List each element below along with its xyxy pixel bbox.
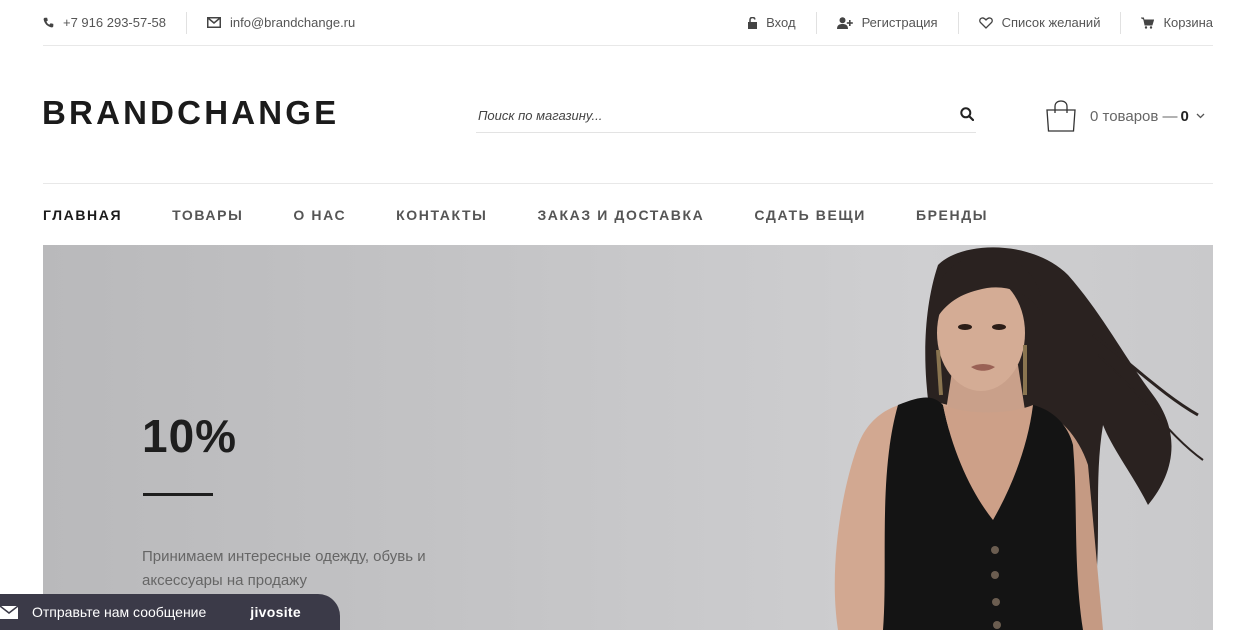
nav-item-order-delivery[interactable]: ЗАКАЗ И ДОСТАВКА	[537, 207, 704, 223]
shopping-bag-icon	[1046, 100, 1076, 132]
cart-icon	[1141, 17, 1155, 29]
hero-title: 10%	[142, 410, 238, 462]
register-link[interactable]: Регистрация	[836, 15, 938, 30]
email-link[interactable]: info@brandchange.ru	[207, 15, 355, 30]
hero-divider	[143, 493, 213, 496]
cart-link[interactable]: Корзина	[1141, 15, 1213, 30]
wishlist-link[interactable]: Список желаний	[978, 15, 1101, 30]
cart-count: 0 товаров —	[1090, 107, 1178, 125]
site-logo[interactable]: BRANDCHANGE	[42, 94, 339, 132]
register-label: Регистрация	[861, 15, 938, 30]
nav-item-products[interactable]: ТОВАРЫ	[172, 207, 243, 223]
chat-widget[interactable]: Отправьте нам сообщение jivosite	[0, 594, 340, 630]
nav-item-about[interactable]: О НАС	[293, 207, 346, 223]
nav-item-contacts[interactable]: КОНТАКТЫ	[396, 207, 487, 223]
phone-icon	[43, 17, 54, 28]
chat-brand-logo: jivosite	[250, 604, 301, 620]
cart-total: 0	[1180, 107, 1189, 125]
cart-summary: 0 товаров —0	[1090, 108, 1189, 125]
account-links: Вход Регистрация Список желаний Корзина	[748, 11, 1213, 34]
search-bar	[476, 99, 976, 133]
search-icon	[960, 107, 975, 122]
header-cart[interactable]: 0 товаров —0	[1045, 100, 1205, 132]
top-bar: +7 916 293-57-58 info@brandchange.ru Вхо…	[43, 0, 1213, 46]
nav-item-brands[interactable]: БРЕНДЫ	[916, 207, 988, 223]
login-link[interactable]: Вход	[748, 15, 796, 30]
cart-label: Корзина	[1163, 15, 1213, 30]
divider	[815, 11, 817, 34]
main-nav: ГЛАВНАЯ ТОВАРЫ О НАС КОНТАКТЫ ЗАКАЗ И ДО…	[43, 183, 1213, 245]
chevron-down-icon	[1196, 113, 1205, 119]
divider	[186, 11, 188, 34]
nav-item-home[interactable]: ГЛАВНАЯ	[43, 207, 122, 223]
user-plus-icon	[836, 16, 853, 29]
divider	[1120, 11, 1122, 34]
divider	[957, 11, 959, 34]
unlock-icon	[748, 16, 758, 29]
heart-icon	[978, 16, 993, 29]
phone-link[interactable]: +7 916 293-57-58	[43, 15, 166, 30]
phone-number: +7 916 293-57-58	[63, 15, 167, 30]
hero-banner[interactable]: 10% Принимаем интересные одежду, обувь и…	[43, 245, 1213, 630]
search-input[interactable]	[476, 99, 936, 131]
model-photo	[834, 247, 1204, 630]
wishlist-label: Список желаний	[1001, 15, 1101, 30]
envelope-icon	[207, 17, 222, 28]
search-button[interactable]	[960, 107, 975, 126]
hero-text: Принимаем интересные одежду, обувь и акс…	[142, 548, 426, 589]
contact-info: +7 916 293-57-58 info@brandchange.ru	[43, 11, 355, 34]
login-label: Вход	[766, 15, 796, 30]
chat-label: Отправьте нам сообщение	[32, 604, 207, 620]
envelope-icon	[0, 605, 18, 619]
nav-item-sell-items[interactable]: СДАТЬ ВЕЩИ	[754, 207, 866, 223]
email-address: info@brandchange.ru	[230, 15, 356, 30]
